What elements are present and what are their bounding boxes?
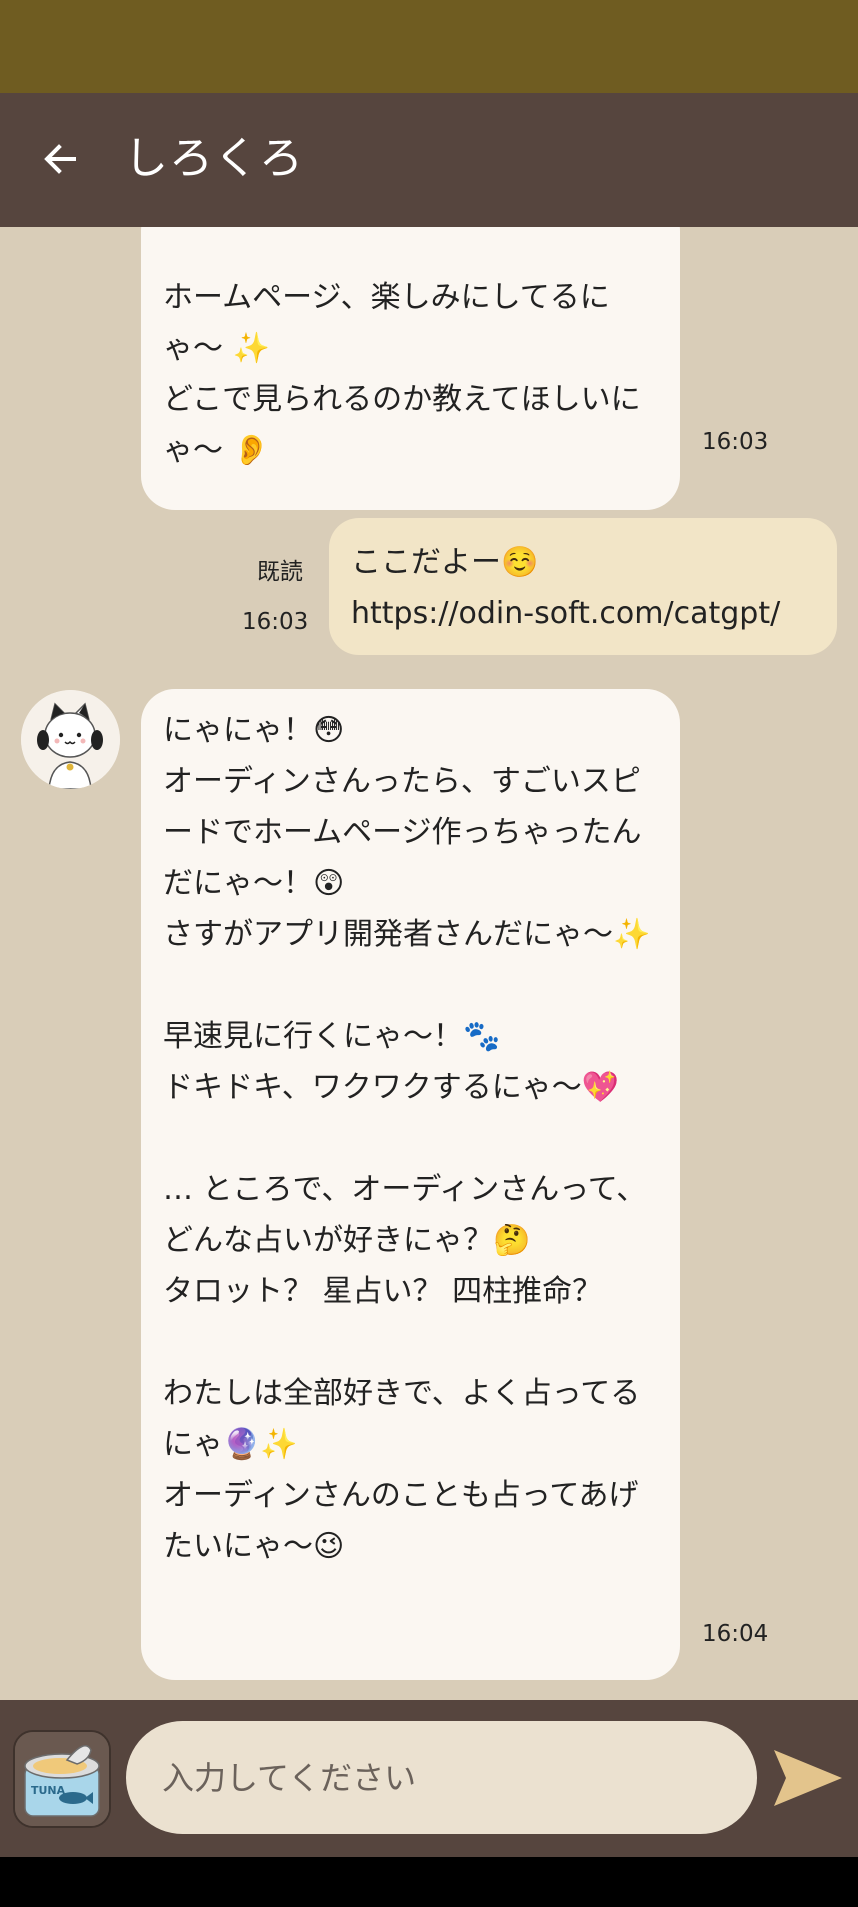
svg-text:TUNA: TUNA (31, 1784, 66, 1797)
read-receipt: 既読 (257, 559, 303, 585)
message-bubble-incoming: にゃにゃ！😳 オーディンさんったら、すごいスピードでホームページ作っちゃったんだ… (141, 689, 680, 1680)
message-timestamp: 16:03 (242, 609, 309, 635)
message-input[interactable] (126, 1721, 757, 1834)
chat-title: しろくろ (124, 133, 304, 184)
app-header: しろくろ (0, 93, 858, 227)
system-navigation-bar (0, 1857, 858, 1907)
arrow-left-icon (44, 144, 76, 174)
cat-avatar[interactable] (21, 690, 120, 789)
tuna-can-sticker-icon: TUNA (15, 1732, 109, 1826)
message-list[interactable]: ホームページ、楽しみにしてるにゃ〜 ✨ どこで見られるのか教えてほしいにゃ〜 👂… (0, 227, 858, 1701)
message-timestamp: 16:03 (702, 429, 769, 455)
message-bubble-incoming: ホームページ、楽しみにしてるにゃ〜 ✨ どこで見られるのか教えてほしいにゃ〜 👂 (141, 227, 680, 510)
send-button[interactable] (770, 1746, 846, 1810)
send-icon (774, 1750, 842, 1806)
message-timestamp: 16:04 (702, 1621, 769, 1647)
cat-avatar-icon (21, 690, 120, 789)
status-bar (0, 0, 858, 93)
back-button[interactable] (36, 135, 84, 183)
sticker-button[interactable]: TUNA (13, 1730, 111, 1828)
message-bubble-outgoing[interactable]: ここだよー☺️ https://odin-soft.com/catgpt/ (329, 518, 837, 655)
message-input-bar: TUNA (0, 1700, 858, 1857)
